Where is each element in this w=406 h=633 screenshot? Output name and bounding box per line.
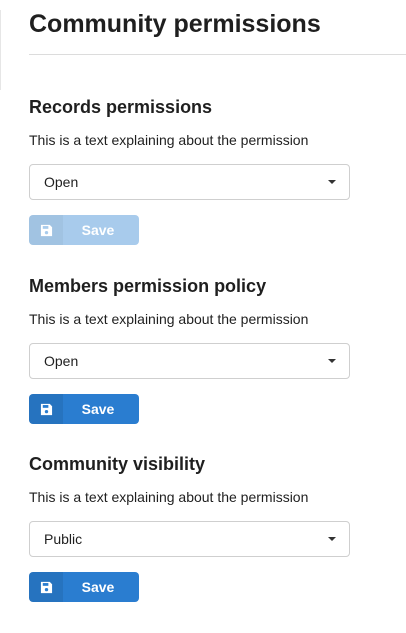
records-permission-select[interactable]: Open [29, 164, 350, 200]
select-value: Public [44, 531, 83, 547]
section-description: This is a text explaining about the perm… [29, 132, 309, 148]
members-policy-select[interactable]: Open [29, 343, 350, 379]
floppy-disk-icon [29, 394, 63, 424]
section-description: This is a text explaining about the perm… [29, 311, 309, 327]
caret-down-icon [328, 180, 336, 184]
records-permissions-section: Records permissions This is a text expla… [29, 98, 352, 245]
visibility-select[interactable]: Public [29, 521, 350, 557]
select-value: Open [44, 353, 79, 369]
title-divider [29, 54, 406, 55]
floppy-disk-icon [29, 215, 63, 245]
members-save-button[interactable]: Save [29, 394, 139, 424]
visibility-save-button[interactable]: Save [29, 572, 139, 602]
page-title: Community permissions [29, 10, 321, 38]
members-permission-policy-section: Members permission policy This is a text… [29, 277, 352, 424]
save-label: Save [81, 222, 115, 238]
community-visibility-section: Community visibility This is a text expl… [29, 455, 352, 602]
save-label: Save [81, 579, 115, 595]
caret-down-icon [328, 537, 336, 541]
select-value: Open [44, 174, 79, 190]
records-save-button[interactable]: Save [29, 215, 139, 245]
section-description: This is a text explaining about the perm… [29, 489, 309, 505]
caret-down-icon [328, 359, 336, 363]
community-permissions-page: Community permissions Records permission… [29, 0, 406, 602]
floppy-disk-icon [29, 572, 63, 602]
section-title: Community visibility [29, 454, 206, 474]
save-label: Save [81, 401, 115, 417]
section-title: Records permissions [29, 97, 213, 117]
section-title: Members permission policy [29, 276, 267, 296]
left-border [0, 10, 1, 90]
